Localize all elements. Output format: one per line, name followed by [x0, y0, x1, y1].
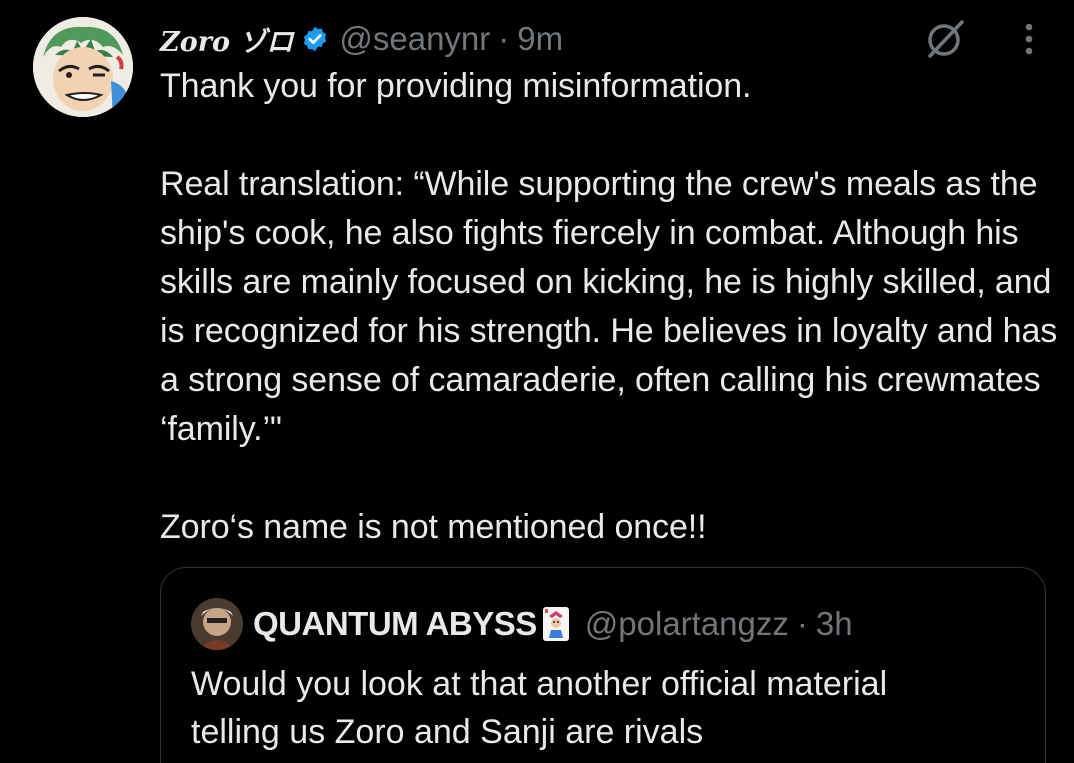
tweet-header: Zoro ゾロ @seanynr · 9m: [160, 16, 563, 62]
grok-icon[interactable]: [922, 16, 968, 62]
quoted-separator-dot: ·: [796, 605, 808, 642]
quoted-tweet-header: QUANTUM ABYSS @polartangzz · 3h: [191, 596, 853, 652]
verified-badge-icon: [301, 25, 329, 53]
quoted-tweet-text: Would you look at that another official …: [191, 665, 888, 751]
user-avatar[interactable]: [33, 17, 133, 117]
quoted-tweet[interactable]: QUANTUM ABYSS @polartangzz · 3h Would yo…: [160, 567, 1046, 763]
quoted-timestamp[interactable]: 3h: [816, 605, 853, 643]
more-vertical-icon[interactable]: [1012, 16, 1046, 62]
zoro-avatar-icon: [33, 17, 133, 117]
quoted-avatar-icon: [191, 598, 243, 650]
user-handle[interactable]: @seanynr: [339, 20, 490, 58]
display-name[interactable]: Zoro ゾロ: [160, 20, 293, 59]
timestamp[interactable]: 9m: [517, 20, 563, 58]
quoted-user-handle[interactable]: @polartangzz: [585, 605, 789, 643]
tweet: Zoro ゾロ @seanynr · 9m Thank you for prov…: [0, 0, 1074, 763]
quoted-display-name[interactable]: QUANTUM ABYSS: [253, 605, 537, 643]
joker-card-icon: [541, 606, 571, 642]
separator-dot: ·: [498, 20, 510, 57]
quoted-user-avatar[interactable]: [191, 598, 243, 650]
tweet-text: Thank you for providing misinformation. …: [160, 67, 1058, 546]
